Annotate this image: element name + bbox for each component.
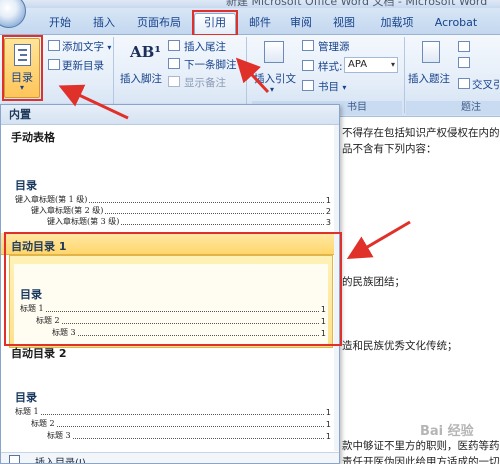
group-separator: [113, 37, 114, 113]
style-selector: 样式:: [302, 59, 343, 74]
insert-toc-icon: [9, 455, 20, 463]
ribbon-tab-strip: 开始 插入 页面布局 引用 邮件 审阅 视图 加载项 Acrobat: [0, 0, 500, 36]
toc-button-highlight: [2, 35, 43, 101]
group-separator: [404, 37, 405, 113]
manage-sources-icon: [302, 40, 314, 51]
footnote-icon: AB¹: [130, 43, 161, 61]
cross-reference-icon: [458, 78, 470, 89]
next-footnote-icon: [168, 58, 180, 69]
update-toc-icon: [48, 59, 60, 70]
tab-acrobat[interactable]: Acrobat: [428, 14, 484, 34]
tab-view[interactable]: 视图: [326, 14, 362, 34]
toc-option-auto-2[interactable]: 自动目录 2 目录 标题 11 标题 21 标题 31: [1, 343, 335, 451]
tab-page-layout[interactable]: 页面布局: [130, 14, 188, 34]
add-text-button[interactable]: 添加文字 ▾: [48, 39, 111, 54]
chevron-down-icon: ▾: [342, 83, 347, 92]
toc-preview-line: 标题 31: [47, 431, 331, 441]
chevron-down-icon: ▾: [239, 61, 244, 70]
watermark: Bai 经验: [420, 424, 474, 439]
toc-preview-line: 键入章标题(第 2 级) 2: [31, 206, 331, 216]
tab-review[interactable]: 审阅: [284, 14, 318, 34]
insert-caption-button[interactable]: 插入题注: [408, 39, 454, 95]
endnote-icon: [168, 40, 180, 51]
toc-preview-line: 标题 11: [15, 407, 331, 417]
captions-group-label: 题注: [406, 101, 500, 115]
bibliography-icon: [302, 80, 314, 91]
window-title: 新建 Microsoft Office Word 文档 - Microsoft …: [226, 0, 488, 8]
insert-footnote-button[interactable]: AB¹ 插入脚注: [120, 43, 164, 97]
citation-style-combo[interactable]: APA ▾: [344, 57, 398, 73]
toc-preview-line: 键入章标题(第 3 级) 3: [47, 217, 331, 227]
next-footnote-button[interactable]: 下一条脚注 ▾: [168, 57, 244, 72]
toc-option-manual-table[interactable]: 手动表格 目录 键入章标题(第 1 级) 1 键入章标题(第 2 级) 2 键入章标…: [1, 125, 335, 229]
tab-home[interactable]: 开始: [40, 14, 80, 34]
update-table-icon: [458, 57, 470, 68]
chevron-down-icon: ▾: [390, 60, 395, 69]
toc-preview-line: 键入章标题(第 1 级) 1: [15, 195, 331, 205]
auto-toc-1-highlight: [4, 232, 342, 346]
add-text-icon: [48, 40, 60, 51]
citation-icon: [264, 41, 284, 63]
group-separator: [246, 37, 247, 113]
chevron-down-icon: ▾: [107, 43, 112, 52]
update-toc-button[interactable]: 更新目录: [48, 58, 104, 73]
show-notes-button[interactable]: 显示备注: [168, 75, 226, 90]
gallery-builtin-header: 内置: [1, 105, 339, 125]
insert-citation-button[interactable]: 插入引文 ▾: [254, 39, 298, 99]
title-bar: 新建 Microsoft Office Word 文档 - Microsoft …: [0, 0, 500, 8]
cross-reference-button[interactable]: 交叉引: [458, 77, 500, 92]
toc-preview-line: 标题 21: [31, 419, 331, 429]
chevron-down-icon: ▾: [270, 85, 275, 94]
tab-addins[interactable]: 加载项: [372, 14, 422, 34]
caption-icon: [422, 41, 440, 63]
office-button[interactable]: [0, 0, 26, 28]
manage-sources-button[interactable]: 管理源: [302, 39, 350, 54]
tab-mailings[interactable]: 邮件: [244, 14, 276, 34]
table-of-figures-icon: [458, 41, 470, 52]
insert-toc-menu-item[interactable]: 插入目录(I)...: [1, 452, 339, 463]
style-icon: [302, 60, 314, 71]
show-notes-icon: [168, 76, 180, 87]
references-tab-highlight: [192, 10, 238, 36]
tab-insert[interactable]: 插入: [84, 14, 124, 34]
insert-endnote-button[interactable]: 插入尾注: [168, 39, 226, 54]
bibliography-button[interactable]: 书目 ▾: [302, 79, 346, 94]
